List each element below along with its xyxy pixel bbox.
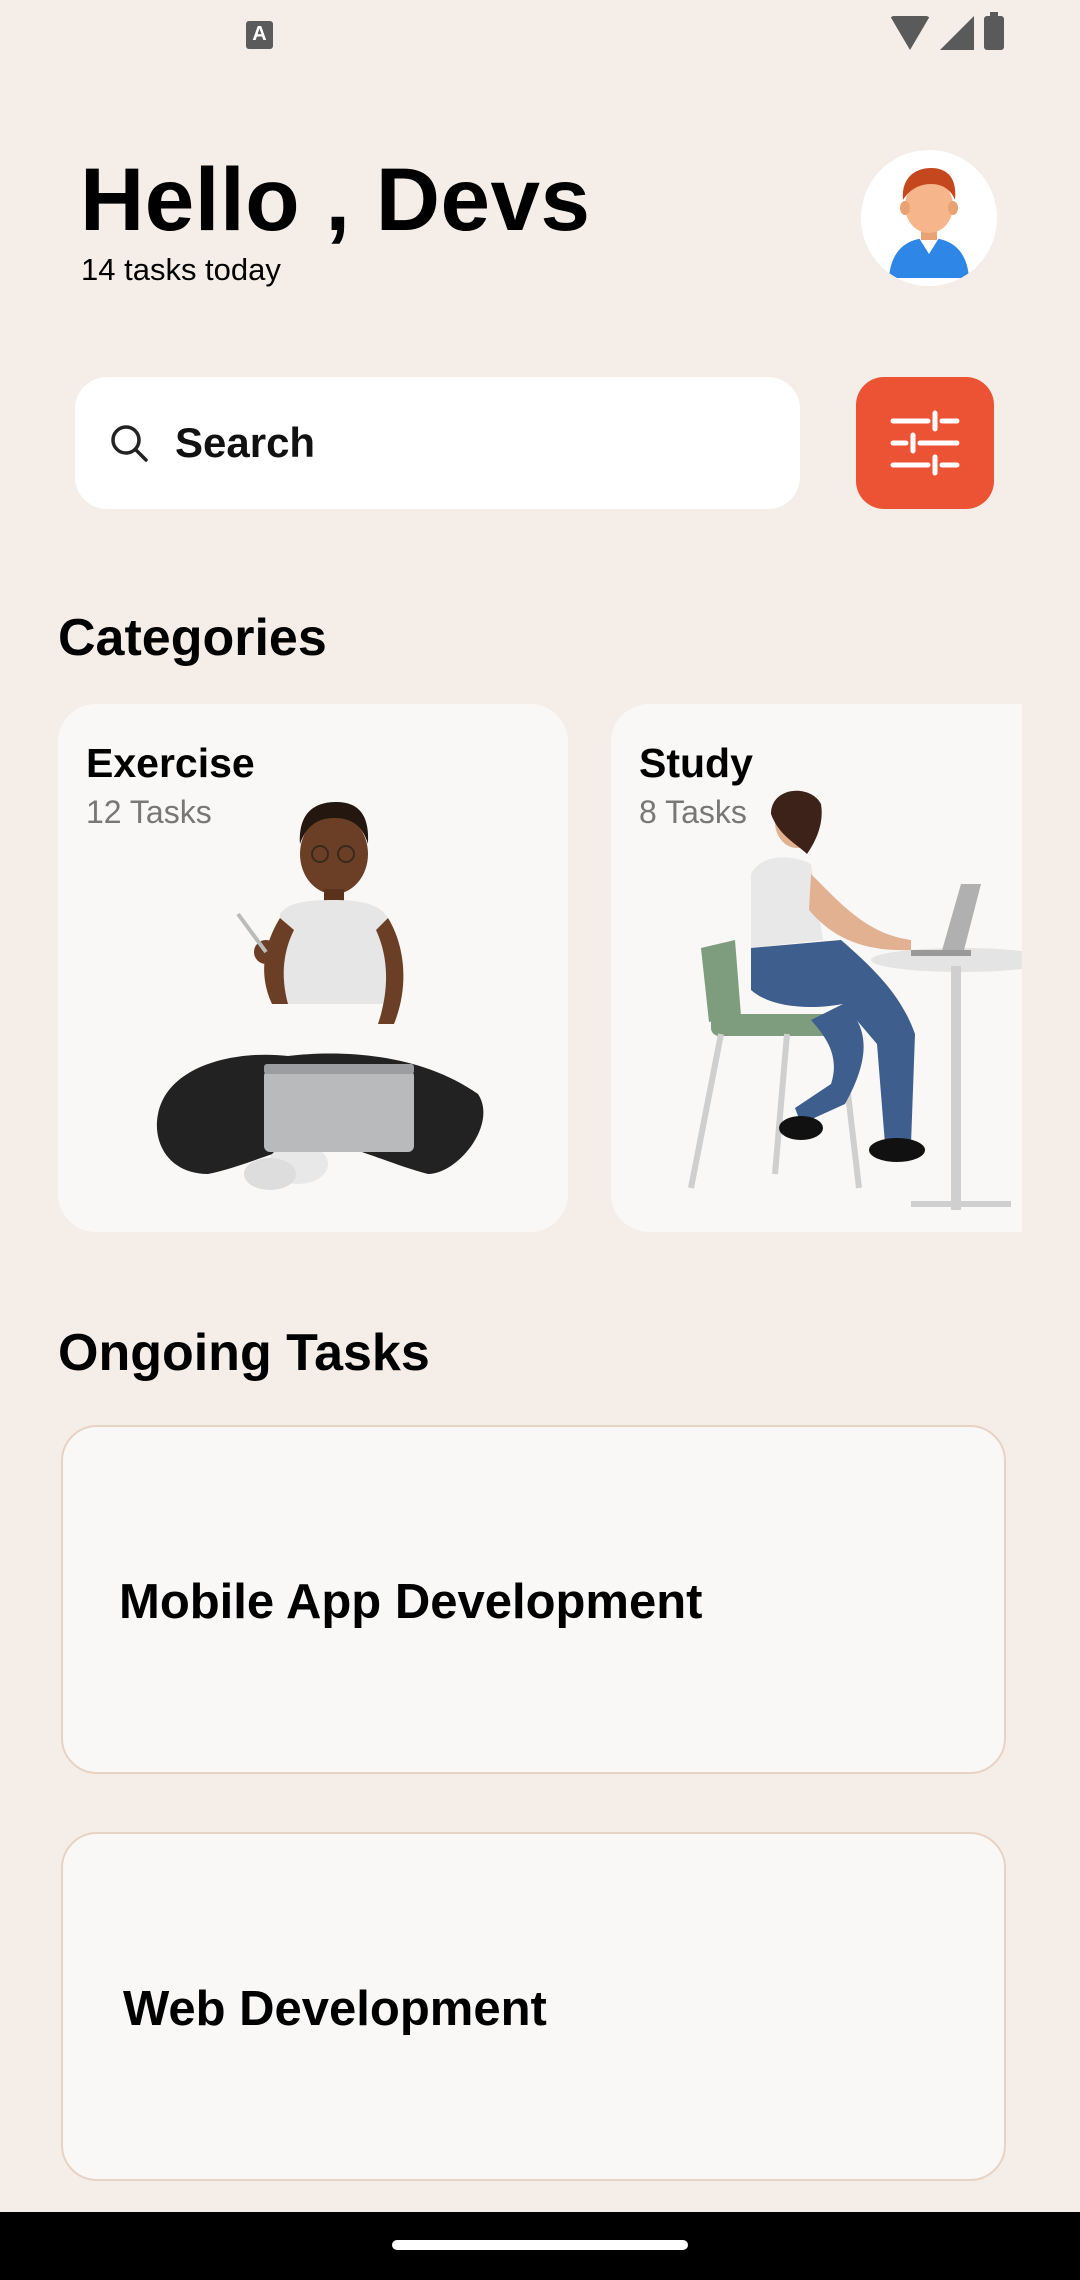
search-placeholder: Search: [175, 419, 316, 466]
categories-title: Categories: [58, 609, 327, 667]
category-count: 8 Tasks: [639, 794, 747, 830]
battery-icon: [984, 12, 1004, 50]
category-card-exercise[interactable]: Exercise 12 Tasks: [58, 704, 568, 1232]
ongoing-tasks-title: Ongoing Tasks: [58, 1324, 430, 1382]
category-title: Exercise: [86, 740, 255, 786]
categories-carousel[interactable]: Exercise 12 Tasks Study 8 Tasks: [58, 704, 1022, 1232]
category-title: Study: [639, 740, 753, 786]
filter-button[interactable]: [856, 377, 994, 509]
task-count-subtitle: 14 tasks today: [81, 252, 281, 287]
user-avatar-icon: [861, 150, 997, 286]
search-icon: [111, 425, 148, 462]
category-count: 12 Tasks: [86, 794, 212, 830]
category-card-study[interactable]: Study 8 Tasks: [611, 704, 1022, 1232]
status-icons: [890, 12, 1004, 50]
system-nav-bar: [0, 2212, 1080, 2280]
task-card[interactable]: Web Development: [61, 1832, 1006, 2181]
sliders-icon: [890, 410, 960, 476]
avatar[interactable]: [861, 150, 997, 286]
search-input[interactable]: Search: [75, 377, 800, 509]
notification-icon: A: [246, 21, 273, 49]
status-bar: A: [0, 0, 1080, 68]
greeting-title: Hello , Devs: [80, 149, 591, 249]
signal-icon: [940, 16, 974, 50]
task-title: Mobile App Development: [119, 1575, 703, 1629]
home-gesture-handle[interactable]: [392, 2240, 688, 2250]
wifi-icon: [890, 16, 930, 50]
task-title: Web Development: [123, 1982, 547, 2036]
task-card[interactable]: Mobile App Development: [61, 1425, 1006, 1774]
